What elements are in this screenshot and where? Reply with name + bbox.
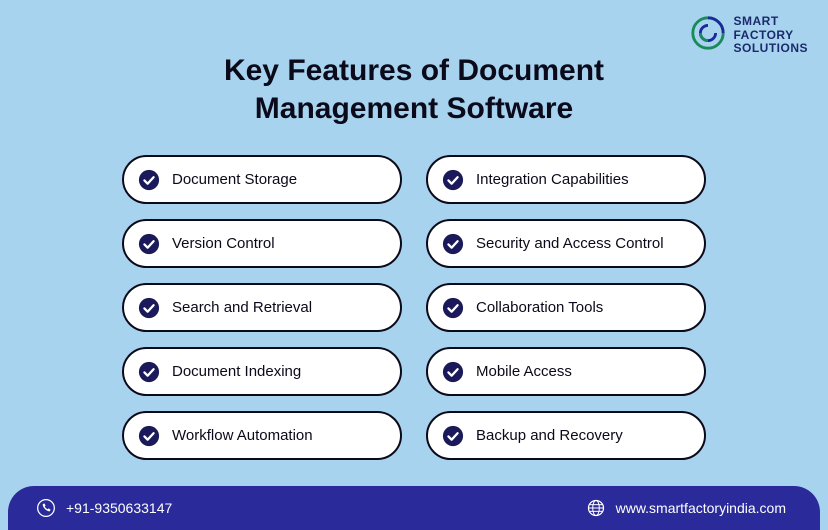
check-icon <box>442 169 464 191</box>
check-icon <box>138 361 160 383</box>
brand-line1: SMART <box>733 15 808 29</box>
footer-website: www.smartfactoryindia.com <box>586 498 786 518</box>
feature-pill: Document Indexing <box>122 347 402 396</box>
check-icon <box>138 297 160 319</box>
feature-label: Version Control <box>172 235 275 252</box>
check-icon <box>442 297 464 319</box>
feature-label: Integration Capabilities <box>476 171 629 188</box>
brand-name: SMART FACTORY SOLUTIONS <box>733 15 808 56</box>
feature-label: Document Indexing <box>172 363 301 380</box>
feature-pill: Integration Capabilities <box>426 155 706 204</box>
feature-pill: Document Storage <box>122 155 402 204</box>
check-icon <box>442 425 464 447</box>
feature-pill: Backup and Recovery <box>426 411 706 460</box>
feature-pill: Mobile Access <box>426 347 706 396</box>
brand-logo-icon <box>689 14 727 57</box>
feature-label: Security and Access Control <box>476 235 664 252</box>
feature-label: Backup and Recovery <box>476 427 623 444</box>
footer-phone: +91-9350633147 <box>36 498 172 518</box>
brand-logo: SMART FACTORY SOLUTIONS <box>689 14 808 57</box>
title-line2: Management Software <box>255 92 573 125</box>
brand-line2: FACTORY <box>733 29 808 43</box>
check-icon <box>138 169 160 191</box>
phone-number: +91-9350633147 <box>66 500 172 516</box>
feature-pill: Security and Access Control <box>426 219 706 268</box>
feature-pill: Collaboration Tools <box>426 283 706 332</box>
title-line1: Key Features of Document <box>224 54 604 87</box>
feature-pill: Workflow Automation <box>122 411 402 460</box>
check-icon <box>442 361 464 383</box>
footer-bar: +91-9350633147 www.smartfactoryindia.com <box>8 486 820 530</box>
feature-pill: Version Control <box>122 219 402 268</box>
feature-label: Workflow Automation <box>172 427 313 444</box>
feature-pill: Search and Retrieval <box>122 283 402 332</box>
feature-label: Mobile Access <box>476 363 572 380</box>
features-grid: Document Storage Integration Capabilitie… <box>122 155 706 460</box>
check-icon <box>442 233 464 255</box>
check-icon <box>138 233 160 255</box>
feature-label: Document Storage <box>172 171 297 188</box>
globe-icon <box>586 498 606 518</box>
phone-icon <box>36 498 56 518</box>
feature-label: Search and Retrieval <box>172 299 312 316</box>
feature-label: Collaboration Tools <box>476 299 603 316</box>
check-icon <box>138 425 160 447</box>
website-url: www.smartfactoryindia.com <box>616 500 786 516</box>
brand-line3: SOLUTIONS <box>733 42 808 56</box>
